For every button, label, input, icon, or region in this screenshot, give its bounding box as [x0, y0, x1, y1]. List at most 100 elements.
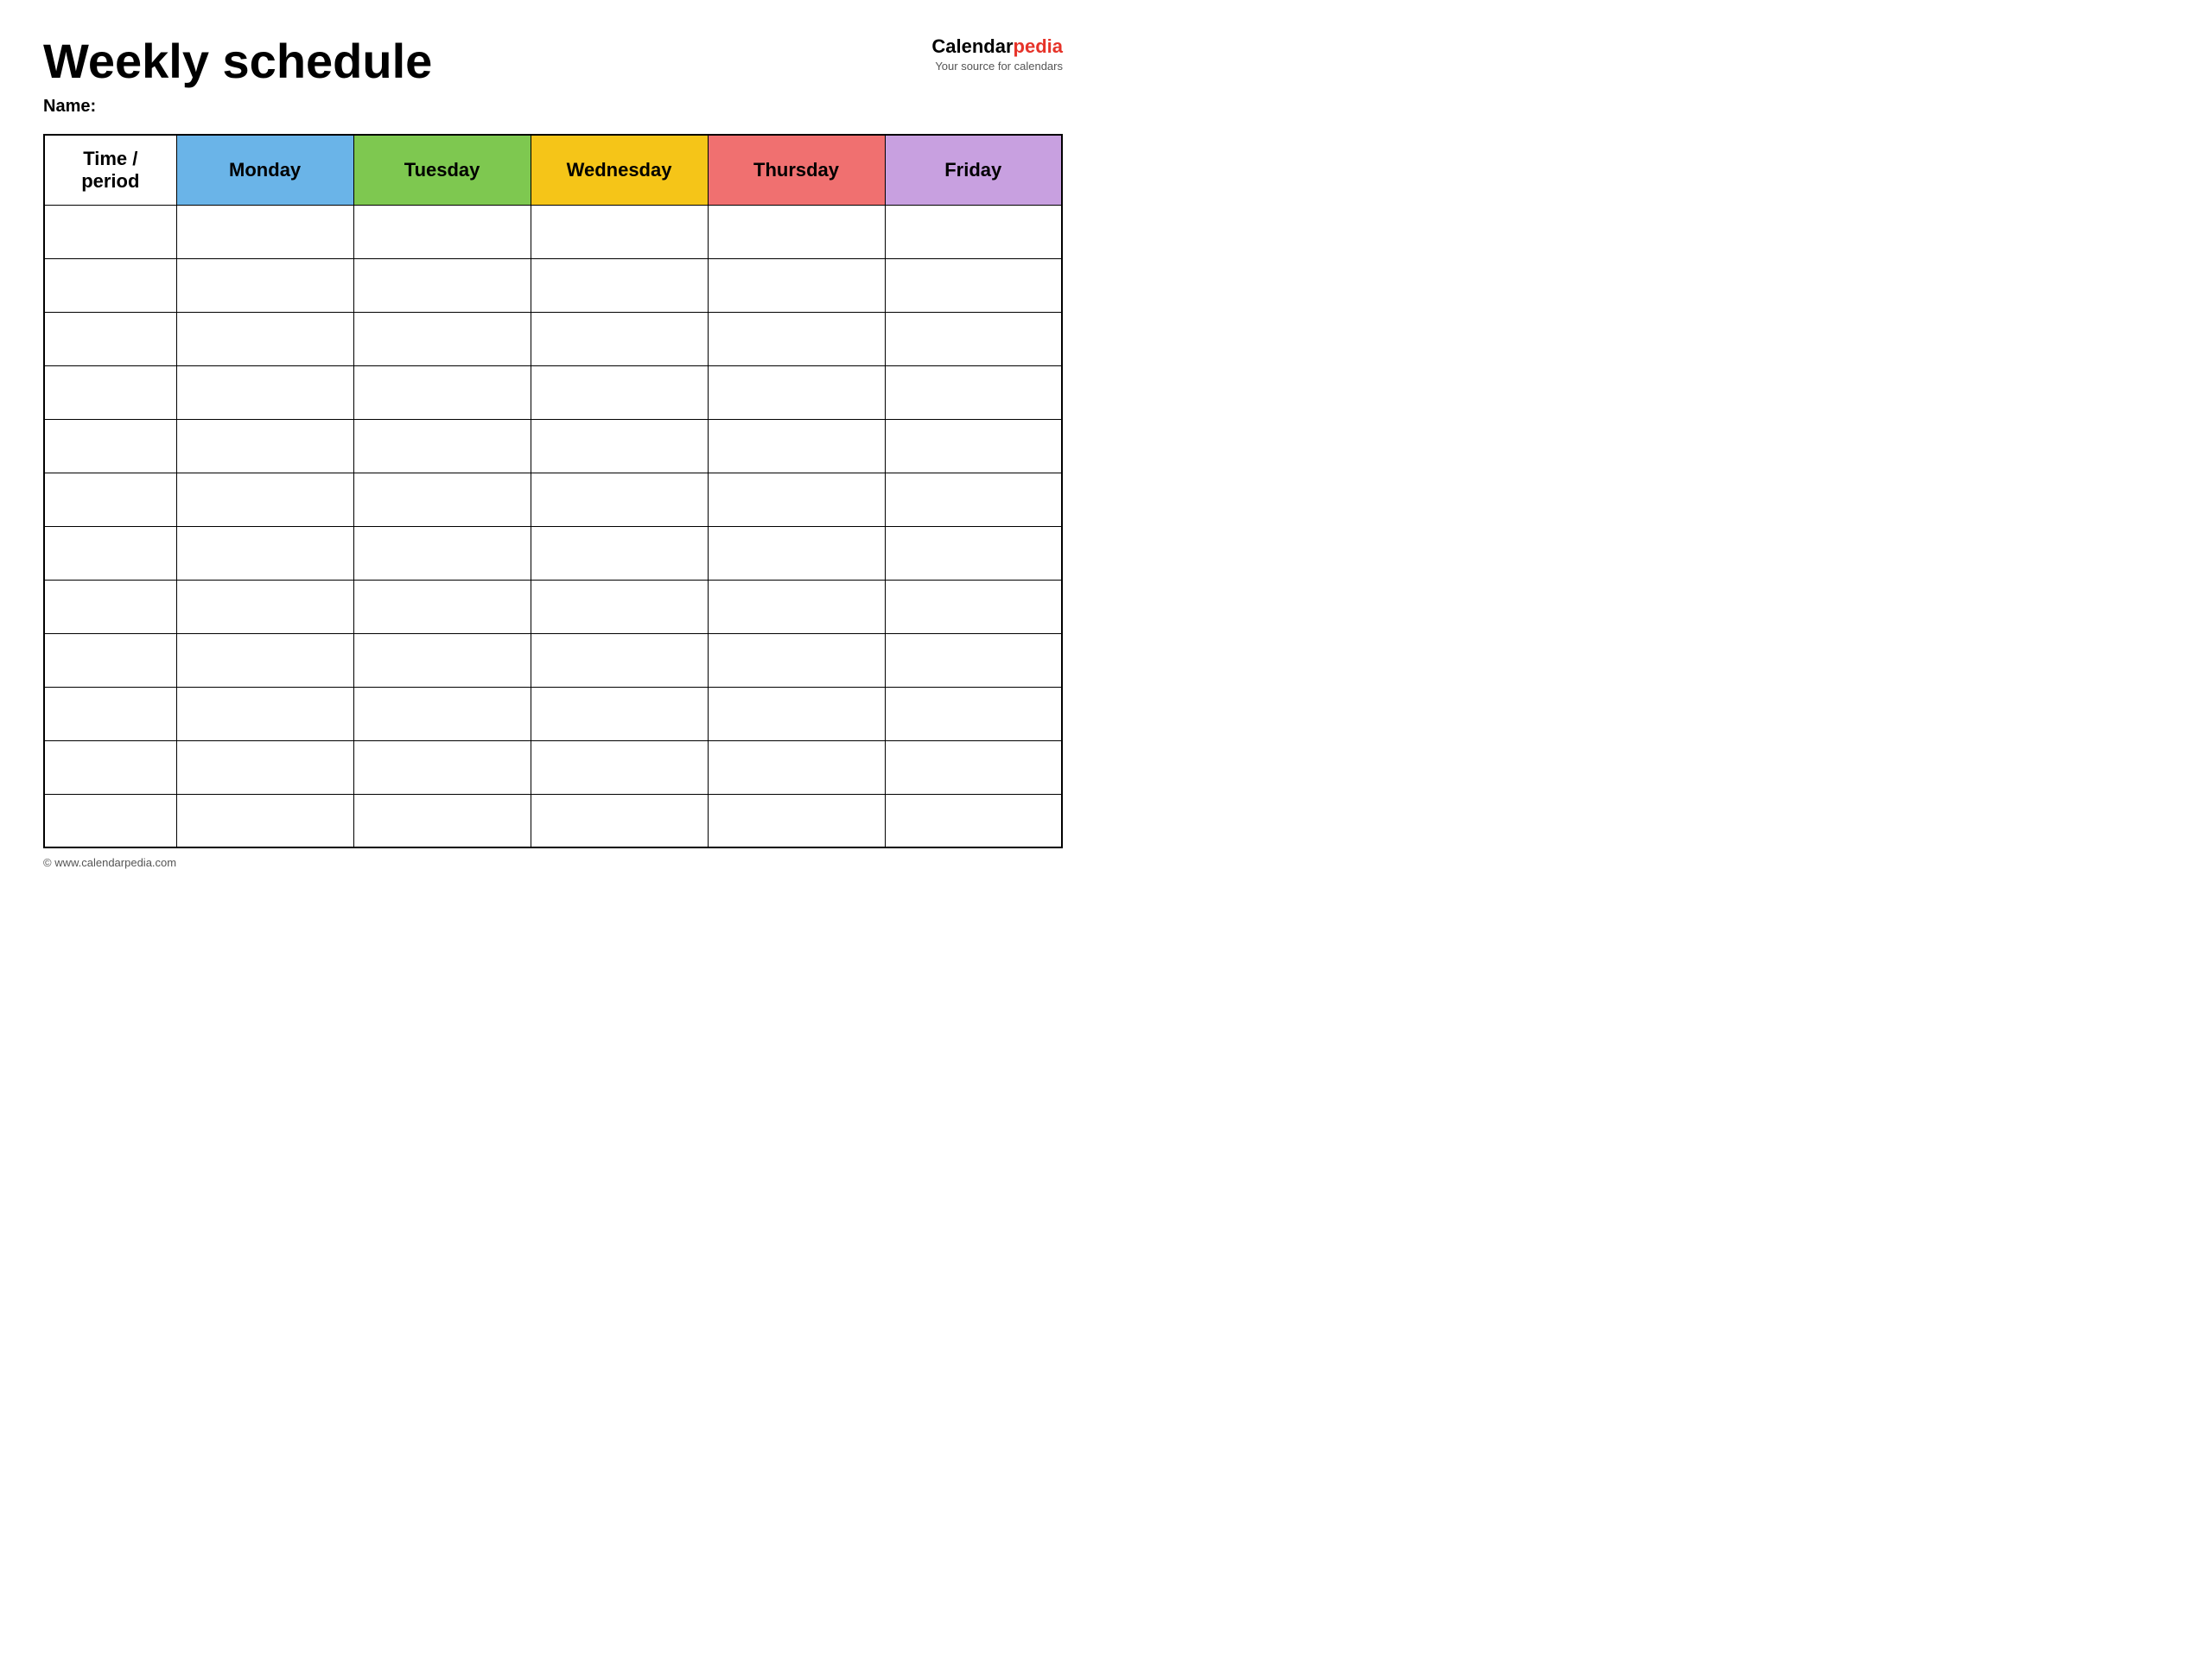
table-cell[interactable] [353, 205, 531, 258]
table-cell[interactable] [531, 794, 708, 847]
table-cell[interactable] [885, 312, 1062, 365]
table-cell[interactable] [885, 473, 1062, 526]
table-cell[interactable] [44, 473, 176, 526]
table-cell[interactable] [531, 473, 708, 526]
table-cell[interactable] [708, 312, 885, 365]
table-cell[interactable] [353, 419, 531, 473]
table-cell[interactable] [531, 633, 708, 687]
table-cell[interactable] [885, 687, 1062, 740]
table-cell[interactable] [885, 419, 1062, 473]
table-cell[interactable] [885, 794, 1062, 847]
brand-area: Calendarpedia Your source for calendars [931, 35, 1063, 73]
table-cell[interactable] [531, 740, 708, 794]
col-header-friday: Friday [885, 135, 1062, 206]
page-title: Weekly schedule [43, 35, 931, 88]
header: Weekly schedule Calendarpedia Your sourc… [43, 35, 1063, 88]
table-cell[interactable] [353, 258, 531, 312]
table-row [44, 473, 1062, 526]
table-cell[interactable] [353, 794, 531, 847]
table-cell[interactable] [531, 312, 708, 365]
table-cell[interactable] [176, 258, 353, 312]
table-row [44, 526, 1062, 580]
table-cell[interactable] [531, 526, 708, 580]
table-row [44, 740, 1062, 794]
title-area: Weekly schedule [43, 35, 931, 88]
table-cell[interactable] [176, 740, 353, 794]
table-cell[interactable] [353, 580, 531, 633]
brand-name: Calendarpedia [931, 35, 1063, 60]
table-cell[interactable] [708, 633, 885, 687]
table-cell[interactable] [353, 365, 531, 419]
table-cell[interactable] [708, 365, 885, 419]
table-cell[interactable] [176, 365, 353, 419]
col-header-thursday: Thursday [708, 135, 885, 206]
table-cell[interactable] [44, 740, 176, 794]
table-cell[interactable] [353, 526, 531, 580]
table-cell[interactable] [176, 312, 353, 365]
schedule-table: Time / period Monday Tuesday Wednesday T… [43, 134, 1063, 849]
table-cell[interactable] [44, 687, 176, 740]
table-cell[interactable] [44, 258, 176, 312]
table-row [44, 633, 1062, 687]
table-cell[interactable] [708, 473, 885, 526]
table-cell[interactable] [176, 526, 353, 580]
table-cell[interactable] [44, 633, 176, 687]
brand-name-part1: Calendar [931, 35, 1013, 57]
table-cell[interactable] [885, 740, 1062, 794]
table-cell[interactable] [176, 633, 353, 687]
table-cell[interactable] [44, 419, 176, 473]
table-row [44, 312, 1062, 365]
name-row: Name: [43, 97, 1063, 117]
table-cell[interactable] [708, 205, 885, 258]
footer: © www.calendarpedia.com [43, 855, 1063, 871]
table-cell[interactable] [531, 419, 708, 473]
copyright-text: © www.calendarpedia.com [43, 856, 176, 869]
table-cell[interactable] [531, 258, 708, 312]
table-cell[interactable] [176, 687, 353, 740]
table-row [44, 365, 1062, 419]
table-cell[interactable] [708, 258, 885, 312]
table-cell[interactable] [44, 794, 176, 847]
table-cell[interactable] [885, 633, 1062, 687]
table-cell[interactable] [885, 365, 1062, 419]
table-cell[interactable] [353, 633, 531, 687]
table-cell[interactable] [176, 205, 353, 258]
table-cell[interactable] [885, 526, 1062, 580]
table-cell[interactable] [353, 312, 531, 365]
table-cell[interactable] [708, 419, 885, 473]
table-cell[interactable] [353, 740, 531, 794]
brand-tagline: Your source for calendars [931, 60, 1063, 74]
table-cell[interactable] [708, 580, 885, 633]
table-cell[interactable] [531, 205, 708, 258]
table-cell[interactable] [44, 580, 176, 633]
table-row [44, 419, 1062, 473]
table-cell[interactable] [708, 687, 885, 740]
table-cell[interactable] [176, 473, 353, 526]
table-cell[interactable] [531, 580, 708, 633]
table-cell[interactable] [531, 365, 708, 419]
col-header-wednesday: Wednesday [531, 135, 708, 206]
table-cell[interactable] [708, 794, 885, 847]
table-cell[interactable] [708, 526, 885, 580]
table-row [44, 687, 1062, 740]
table-cell[interactable] [44, 526, 176, 580]
name-label: Name: [43, 97, 96, 116]
table-cell[interactable] [176, 794, 353, 847]
table-row [44, 258, 1062, 312]
table-cell[interactable] [353, 687, 531, 740]
table-cell[interactable] [176, 580, 353, 633]
table-cell[interactable] [885, 258, 1062, 312]
table-cell[interactable] [885, 580, 1062, 633]
table-cell[interactable] [44, 312, 176, 365]
table-cell[interactable] [353, 473, 531, 526]
col-header-monday: Monday [176, 135, 353, 206]
table-cell[interactable] [44, 365, 176, 419]
table-row [44, 205, 1062, 258]
table-cell[interactable] [176, 419, 353, 473]
table-row [44, 794, 1062, 847]
table-cell[interactable] [885, 205, 1062, 258]
table-cell[interactable] [44, 205, 176, 258]
table-cell[interactable] [531, 687, 708, 740]
brand-name-part2: pedia [1014, 35, 1063, 57]
table-cell[interactable] [708, 740, 885, 794]
